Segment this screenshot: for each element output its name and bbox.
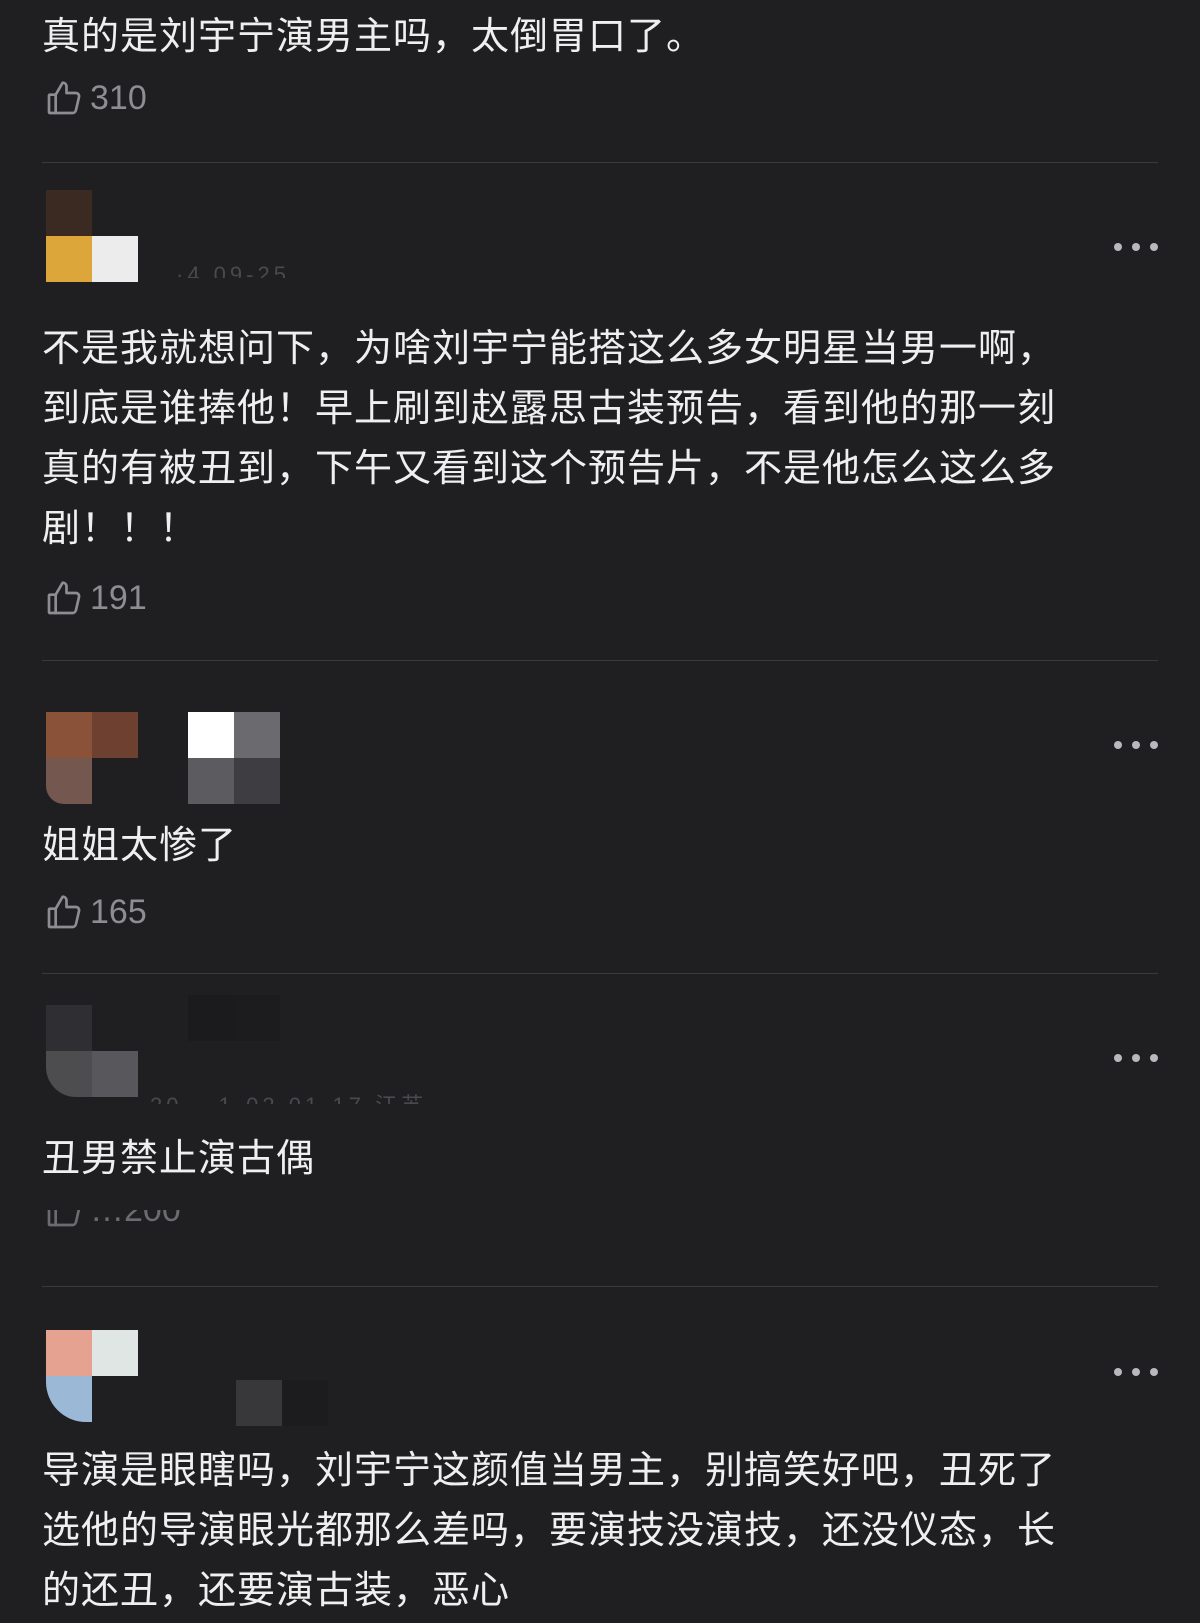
avatar[interactable] (46, 1005, 138, 1097)
like-button[interactable]: 165 (44, 888, 147, 936)
thumbs-up-icon (44, 78, 84, 118)
divider (42, 973, 1158, 974)
divider (42, 162, 1158, 163)
comment-timestamp: …·4 09-25 (150, 262, 290, 278)
username-redacted[interactable] (188, 995, 280, 1087)
like-count: 310 (90, 78, 147, 117)
comment-text: 导演是眼瞎吗，刘宇宁这颜值当男主，别搞笑好吧，丑死了 选他的导演眼光都那么差吗，… (42, 1448, 1057, 1612)
username-redacted[interactable] (188, 712, 280, 804)
more-dots-icon[interactable] (1114, 237, 1158, 257)
thumbs-up-icon (44, 892, 84, 932)
divider (42, 660, 1158, 661)
more-dots-icon[interactable] (1114, 735, 1158, 755)
avatar[interactable] (46, 190, 138, 282)
more-dots-icon[interactable] (1114, 1048, 1158, 1068)
comment-text: 姐姐太惨了 (42, 823, 238, 867)
more-dots-icon[interactable] (1114, 1362, 1158, 1382)
comment-text: 真的是刘宇宁演男主吗，太倒胃口了。 (42, 14, 706, 58)
comment-timestamp: 20… 1-02 01·17 江苏 (150, 1088, 427, 1104)
divider (42, 1286, 1158, 1287)
username-redacted[interactable] (236, 1380, 328, 1426)
comment-text: 不是我就想问下，为啥刘宇宁能搭这么多女明星当男一啊， 到底是谁捧他！早上刷到赵露… (42, 326, 1057, 550)
like-button[interactable]: …200 (44, 1210, 181, 1232)
thumbs-up-icon (44, 1210, 84, 1230)
avatar[interactable] (46, 712, 138, 804)
like-button[interactable]: 191 (44, 574, 147, 622)
comment-text: 丑男禁止演古偶 (42, 1136, 316, 1180)
thumbs-up-icon (44, 578, 84, 618)
like-count: …200 (90, 1210, 181, 1230)
like-count: 191 (90, 578, 147, 617)
like-button[interactable]: 310 (44, 74, 147, 122)
avatar[interactable] (46, 1330, 138, 1422)
like-count: 165 (90, 892, 147, 931)
